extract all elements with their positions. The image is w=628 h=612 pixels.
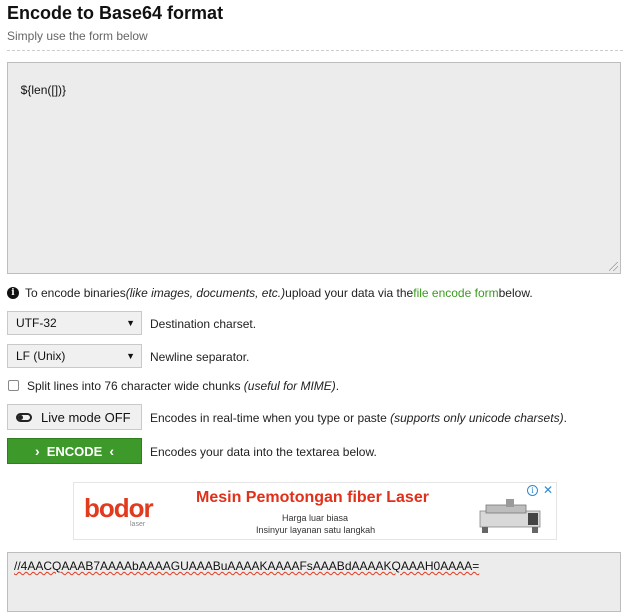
encode-button[interactable]: › ENCODE ‹ [7, 438, 142, 464]
chevron-left-icon: ‹ [109, 443, 114, 459]
info-icon: i [7, 287, 19, 299]
encode-label: ENCODE [46, 443, 103, 459]
split-period: . [335, 379, 340, 393]
live-mode-button[interactable]: Live mode OFF [7, 404, 142, 430]
info-italic: (like images, documents, etc.) [125, 286, 286, 300]
info-suffix: below. [498, 286, 533, 300]
file-encode-link[interactable]: file encode form [413, 286, 498, 300]
dropdown-arrow-icon: ▼ [126, 318, 135, 328]
page-subtitle: Simply use the form below [7, 29, 148, 43]
ad-close-icon[interactable]: ✕ [543, 483, 553, 497]
ad-info-icon[interactable]: i [527, 485, 538, 496]
ad-line2: Insinyur layanan satu langkah [256, 525, 376, 535]
info-line: i To encode binaries (like images, docum… [7, 286, 533, 300]
live-desc-period: . [563, 411, 567, 425]
resize-grip-icon[interactable] [609, 262, 618, 271]
input-textarea[interactable]: ${len([])} [7, 62, 621, 274]
live-desc-text: Encodes in real-time when you type or pa… [150, 411, 391, 425]
info-prefix: To encode binaries [25, 286, 126, 300]
newline-label: Newline separator. [150, 350, 250, 364]
encode-desc: Encodes your data into the textarea belo… [150, 445, 377, 459]
advertisement-banner[interactable]: bodor laser Mesin Pemotongan fiber Laser… [73, 482, 557, 540]
live-mode-label: Live mode OFF [41, 409, 131, 425]
chevron-right-icon: › [35, 443, 40, 459]
ad-headline: Mesin Pemotongan fiber Laser [196, 489, 429, 506]
ad-brand-logo: bodor [84, 493, 154, 523]
live-mode-desc: Encodes in real-time when you type or pa… [150, 411, 567, 425]
newline-select[interactable]: LF (Unix) ▼ [7, 344, 142, 368]
info-middle: upload your data via the [285, 286, 414, 300]
output-textarea[interactable]: //4AACQAAAB7AAAAbAAAAGUAAABuAAAAKAAAAFsA… [7, 552, 621, 612]
live-desc-note: (supports only unicode charsets) [390, 411, 564, 425]
charset-value: UTF-32 [16, 316, 57, 330]
ad-line1: Harga luar biasa [282, 513, 349, 523]
output-text: //4AACQAAAB7AAAAbAAAAGUAAABuAAAAKAAAAFsA… [14, 559, 480, 573]
ad-brand-sub: laser [130, 521, 146, 528]
charset-select[interactable]: UTF-32 ▼ [7, 311, 142, 335]
newline-value: LF (Unix) [16, 349, 66, 363]
toggle-off-icon [16, 412, 32, 422]
dropdown-arrow-icon: ▼ [126, 351, 135, 361]
split-lines-checkbox[interactable] [8, 380, 19, 391]
split-note: (useful for MIME) [243, 379, 336, 393]
split-lines-label: Split lines into 76 character wide chunk… [27, 379, 339, 393]
laser-machine-icon [479, 499, 541, 533]
page-title: Encode to Base64 format [7, 3, 224, 23]
input-text: ${len([])} [20, 83, 67, 97]
divider [7, 50, 623, 51]
split-label-text: Split lines into 76 character wide chunk… [27, 379, 244, 393]
charset-label: Destination charset. [150, 317, 257, 331]
